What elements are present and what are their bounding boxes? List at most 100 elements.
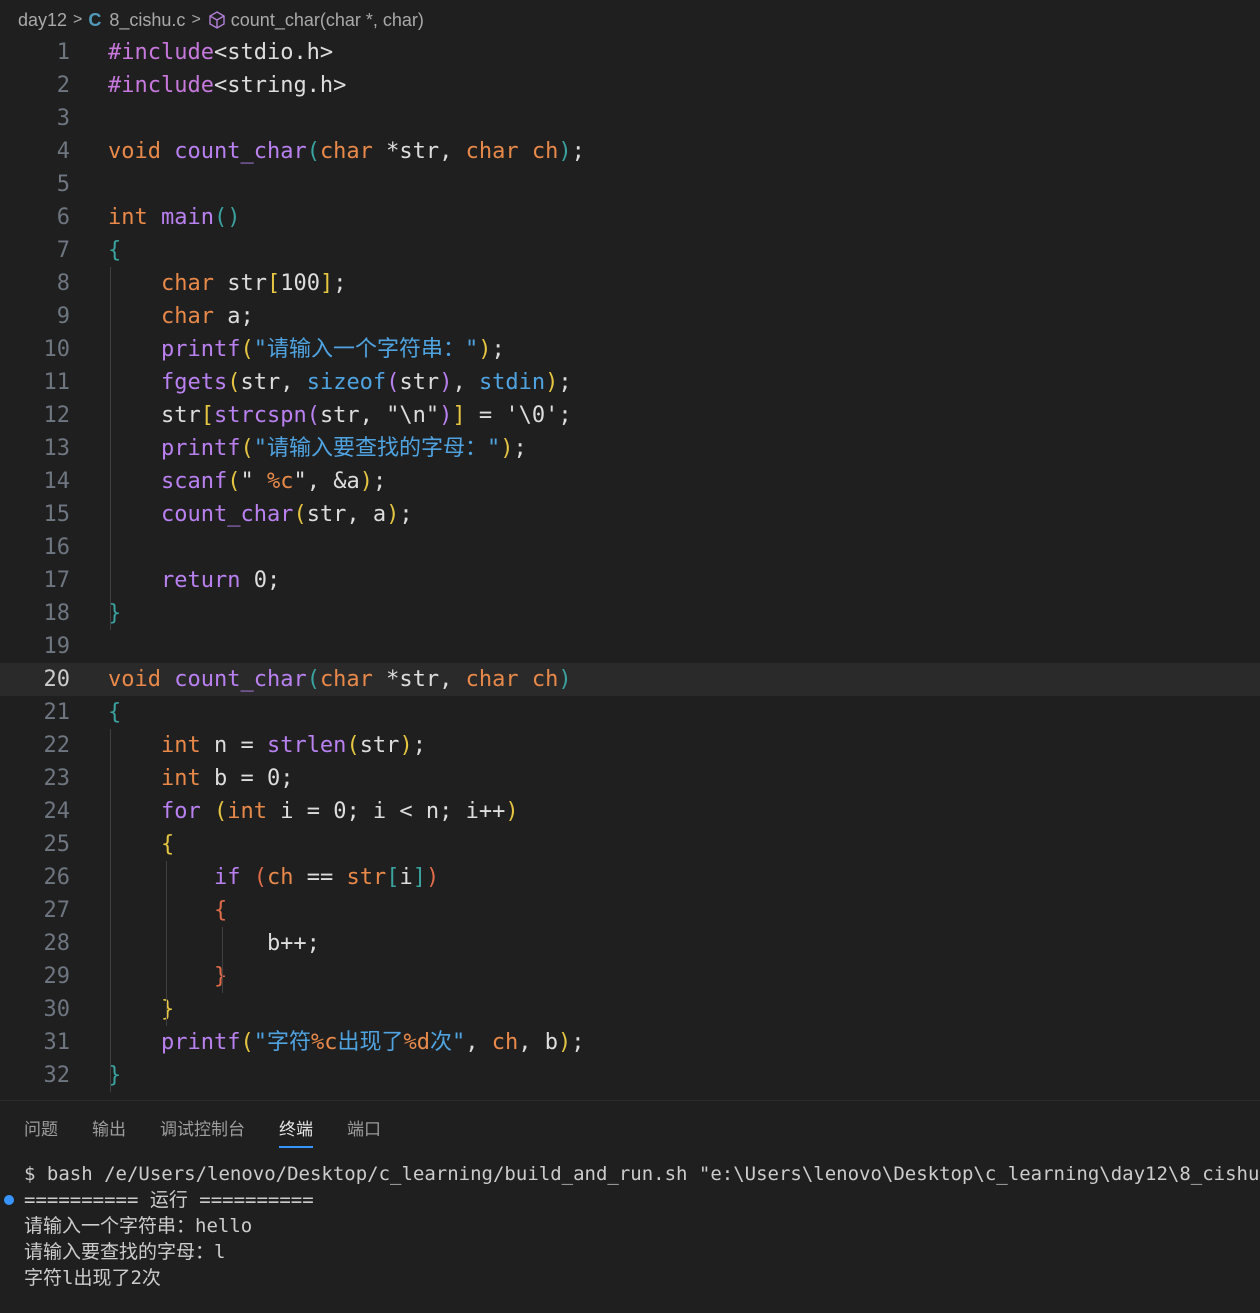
code-line[interactable]: 10 printf("请输入一个字符串："); (0, 333, 1260, 366)
command-status-dot-icon[interactable] (4, 1195, 14, 1205)
code-line[interactable]: 25 { (0, 828, 1260, 861)
line-number[interactable]: 9 (0, 300, 70, 333)
line-number[interactable]: 29 (0, 960, 71, 993)
code-token: str (227, 271, 267, 296)
code-token: "请输入一个字符串：" (253, 337, 479, 362)
terminal-line: ========== 运行 ========== (4, 1187, 1254, 1213)
code-text: printf("字符%c出现了%d次", ch, b); (108, 1026, 585, 1059)
breadcrumb-folder[interactable]: day12 (18, 10, 67, 31)
code-line[interactable]: 27 { (0, 894, 1260, 927)
code-line[interactable]: 4 void count_char(char *str, char ch); (0, 135, 1260, 168)
code-token: str (399, 370, 440, 395)
code-line[interactable]: 1 #include<stdio.h> (0, 36, 1260, 69)
tab-problems[interactable]: 问题 (24, 1115, 58, 1148)
line-number[interactable]: 7 (0, 234, 70, 267)
tab-terminal[interactable]: 终端 (279, 1115, 313, 1148)
line-number[interactable]: 23 (0, 762, 71, 795)
code-text: } (108, 993, 174, 1026)
code-token: str (108, 403, 201, 428)
code-line[interactable]: 21 { (0, 696, 1260, 729)
line-number[interactable]: 24 (0, 795, 71, 828)
code-line[interactable]: 6 int main() (0, 201, 1260, 234)
line-number[interactable]: 30 (0, 993, 71, 1026)
line-number[interactable]: 8 (0, 267, 70, 300)
line-number[interactable]: 15 (0, 498, 71, 531)
code-token: strcspn (213, 403, 307, 428)
tab-ports[interactable]: 端口 (347, 1115, 381, 1148)
line-number[interactable]: 6 (0, 201, 70, 234)
line-number[interactable]: 2 (0, 69, 70, 102)
code-token: ( (306, 139, 320, 164)
code-line[interactable]: 32} (0, 1059, 1260, 1092)
code-line[interactable]: 22 int n = strlen(str); (0, 729, 1260, 762)
breadcrumb-symbol[interactable]: count_char(char *, char) (231, 10, 424, 31)
code-line[interactable]: 12 str[strcspn(str, "\n")] = '\0'; (0, 399, 1260, 432)
line-number[interactable]: 14 (0, 465, 71, 498)
code-line[interactable]: 9 char a; (0, 300, 1260, 333)
code-line[interactable]: 31 printf("字符%c出现了%d次", ch, b); (0, 1026, 1260, 1059)
line-number[interactable]: 11 (0, 366, 71, 399)
code-text: char a; (108, 300, 254, 333)
terminal-output[interactable]: $ bash /e/Users/lenovo/Desktop/c_learnin… (4, 1161, 1260, 1291)
line-number[interactable]: 19 (0, 630, 71, 663)
terminal-line: 字符l出现了2次 (24, 1267, 161, 1289)
code-line[interactable]: 3 (0, 102, 1260, 135)
code-line[interactable]: 13 printf("请输入要查找的字母："); (0, 432, 1260, 465)
code-line[interactable]: 16 (0, 531, 1260, 564)
code-token: "请输入要查找的字母：" (253, 436, 501, 461)
code-line[interactable]: 7{ (0, 234, 1260, 267)
line-number[interactable]: 13 (0, 432, 71, 465)
code-token: int (227, 799, 281, 824)
tab-debug-console[interactable]: 调试控制台 (160, 1115, 245, 1148)
code-line[interactable]: 14 scanf(" %c", &a); (0, 465, 1260, 498)
breadcrumb-file[interactable]: 8_cishu.c (109, 10, 185, 31)
line-number[interactable]: 20 (0, 663, 71, 696)
line-number[interactable]: 12 (0, 399, 71, 432)
line-number[interactable]: 17 (0, 564, 71, 597)
code-text: { (108, 234, 121, 267)
code-line[interactable]: 30 } (0, 993, 1260, 1026)
line-number[interactable]: 10 (0, 333, 71, 366)
code-line[interactable]: 19 (0, 630, 1260, 663)
line-number[interactable]: 27 (0, 894, 71, 927)
code-line[interactable]: 8 char str[100]; (0, 267, 1260, 300)
line-number[interactable]: 32 (0, 1059, 71, 1092)
line-number[interactable]: 16 (0, 531, 71, 564)
line-number[interactable]: 26 (0, 861, 71, 894)
line-number[interactable]: 18 (0, 597, 71, 630)
code-token: count_char (174, 139, 307, 164)
code-line[interactable]: 24 for (int i = 0; i < n; i++) (0, 795, 1260, 828)
code-token: 0 (333, 799, 347, 824)
breadcrumb: day12 > C 8_cishu.c > count_char(char *,… (0, 0, 1260, 40)
line-number[interactable]: 4 (0, 135, 70, 168)
line-number[interactable]: 25 (0, 828, 71, 861)
code-line[interactable]: 29 } (0, 960, 1260, 993)
code-line[interactable]: 20 void count_char(char *str, char ch) (0, 663, 1260, 696)
code-line[interactable]: 11 fgets(str, sizeof(str), stdin); (0, 366, 1260, 399)
code-token: [ (200, 403, 214, 428)
code-line[interactable]: 17 return 0; (0, 564, 1260, 597)
line-number[interactable]: 31 (0, 1026, 71, 1059)
code-line[interactable]: 23 int b = 0; (0, 762, 1260, 795)
line-number[interactable]: 21 (0, 696, 71, 729)
line-number[interactable]: 3 (0, 102, 70, 135)
code-text: printf("请输入一个字符串："); (108, 333, 505, 366)
code-token: <stdio.h> (213, 40, 334, 65)
code-line[interactable]: 18} (0, 597, 1260, 630)
code-line[interactable]: 2 #include<string.h> (0, 69, 1260, 102)
line-number[interactable]: 28 (0, 927, 71, 960)
line-number[interactable]: 22 (0, 729, 71, 762)
code-line[interactable]: 26 if (ch == str[i]) (0, 861, 1260, 894)
tab-output[interactable]: 输出 (92, 1115, 126, 1148)
code-token: int (108, 733, 214, 758)
line-number[interactable]: 5 (0, 168, 70, 201)
code-token: ; (333, 271, 347, 296)
code-line[interactable]: 15 count_char(str, a); (0, 498, 1260, 531)
terminal-line: $ bash /e/Users/lenovo/Desktop/c_learnin… (24, 1163, 1260, 1185)
code-text: void count_char(char *str, char ch); (108, 135, 585, 168)
line-number[interactable]: 1 (0, 36, 70, 69)
code-editor[interactable]: 1 #include<stdio.h> 2 #include<string.h> 3 4 v… (0, 36, 1260, 1098)
code-line[interactable]: 5 (0, 168, 1260, 201)
code-token: , (452, 370, 479, 395)
code-line[interactable]: 28 b++; (0, 927, 1260, 960)
